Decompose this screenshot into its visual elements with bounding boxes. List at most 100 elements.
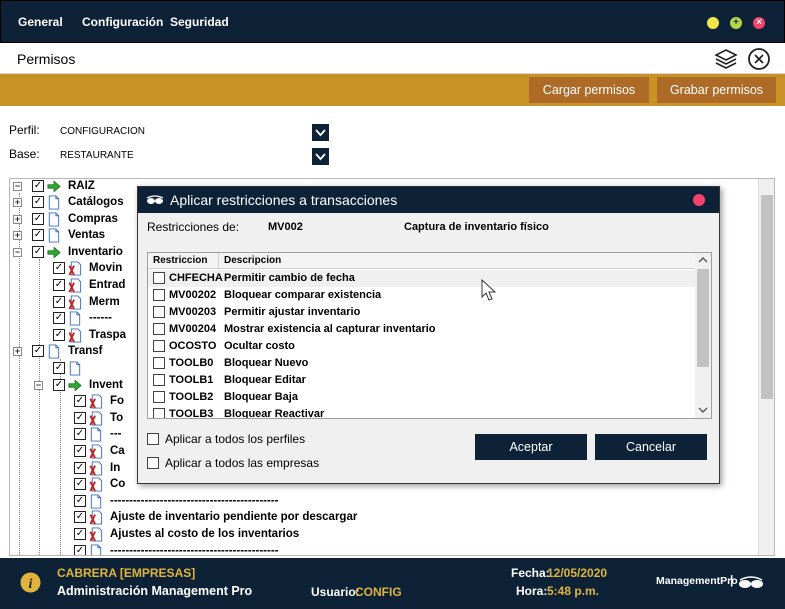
checkbox-unchecked[interactable] [153, 357, 165, 369]
checkbox-checked[interactable]: ✓ [74, 544, 86, 555]
tree-scrollbar[interactable] [758, 179, 774, 555]
menu-seguridad[interactable]: Seguridad [170, 15, 229, 29]
checkbox-checked[interactable]: ✓ [74, 494, 86, 507]
checkbox-checked[interactable]: ✓ [32, 212, 44, 225]
checkbox-unchecked[interactable] [153, 323, 165, 335]
tree-node-label: In [110, 461, 121, 474]
load-permissions-button[interactable]: Cargar permisos [529, 77, 649, 103]
restriction-row[interactable]: TOOLB3 Bloquear Reactivar [148, 406, 695, 419]
scrollbar-thumb[interactable] [697, 269, 709, 367]
restriction-description: Bloquear Baja [224, 391, 298, 403]
tree-node-label: Movin [89, 262, 123, 275]
dialog-title: Aplicar restricciones a transacciones [170, 192, 398, 208]
tree-node-label: ----------------------------------------… [110, 544, 279, 556]
perfil-select[interactable]: CONFIGURACION [57, 124, 329, 141]
plus-icon: + [733, 17, 739, 28]
company-name: CABRERA [EMPRESAS] [57, 566, 196, 580]
restriction-description: Bloquear Reactivar [224, 408, 325, 419]
checkbox-unchecked[interactable] [153, 272, 165, 284]
checkbox-checked[interactable]: ✓ [32, 245, 44, 258]
checkbox-checked[interactable]: ✓ [74, 528, 86, 540]
base-value: RESTAURANTE [60, 150, 134, 161]
page-title: Permisos [17, 51, 76, 67]
restricted-document-icon [68, 261, 82, 276]
close-circle-icon[interactable] [747, 47, 771, 71]
collapse-icon[interactable]: − [13, 247, 22, 257]
info-icon: i [20, 572, 41, 593]
restriction-row[interactable]: TOOLB0 Bloquear Nuevo [148, 355, 695, 372]
checkbox-checked[interactable]: ✓ [53, 378, 65, 391]
column-header-descripcion[interactable]: Descripcion [224, 255, 281, 266]
expand-icon[interactable]: + [13, 347, 22, 357]
restriction-row[interactable]: OCOSTO Ocultar costo [148, 338, 695, 355]
checkbox-unchecked[interactable] [153, 306, 165, 318]
checkbox-checked[interactable]: ✓ [32, 229, 44, 242]
checkbox-unchecked[interactable] [153, 408, 165, 418]
dialog-close-button[interactable] [693, 194, 705, 206]
checkbox-unchecked[interactable] [153, 289, 165, 301]
checkbox-unchecked[interactable] [153, 391, 165, 403]
checkbox-checked[interactable]: ✓ [74, 511, 86, 524]
chevron-down-icon[interactable] [698, 406, 708, 414]
collapse-icon[interactable]: − [34, 380, 43, 390]
restriction-row[interactable]: TOOLB1 Bloquear Editar [148, 372, 695, 389]
checkbox-checked[interactable]: ✓ [74, 395, 86, 408]
restriction-description: Ocultar costo [224, 340, 295, 352]
checkbox-checked[interactable]: ✓ [53, 262, 65, 275]
menu-configuracion[interactable]: Configuración [82, 15, 163, 29]
checkbox-checked[interactable]: ✓ [74, 461, 86, 474]
scrollbar-thumb[interactable] [761, 195, 773, 399]
expand-icon[interactable]: + [13, 198, 22, 207]
perfil-value: CONFIGURACION [60, 126, 145, 137]
checkbox-checked[interactable]: ✓ [53, 312, 65, 325]
restriction-row[interactable]: MV00203 Permitir ajustar inventario [148, 304, 695, 321]
tree-node-label: Inventario [68, 245, 123, 258]
restrictions-grid[interactable]: Restriccion Descripcion CHFECHA Permitir … [147, 252, 712, 419]
time-value: 5:48 p.m. [547, 584, 600, 598]
tree-node-label: Invent [89, 378, 123, 391]
checkbox-checked[interactable]: ✓ [32, 180, 44, 192]
checkbox-checked[interactable]: ✓ [74, 478, 86, 491]
cancel-button[interactable]: Cancelar [595, 434, 707, 460]
checkbox-checked[interactable]: ✓ [53, 279, 65, 291]
maximize-button[interactable]: + [730, 17, 742, 29]
checkbox-checked[interactable]: ✓ [53, 362, 65, 374]
checkbox-checked[interactable]: ✓ [74, 445, 86, 457]
document-icon [69, 361, 81, 376]
checkbox-checked[interactable]: ✓ [32, 345, 44, 358]
collapse-icon[interactable]: − [13, 182, 22, 191]
checkbox-checked[interactable]: ✓ [53, 328, 65, 341]
minimize-button[interactable] [707, 17, 719, 29]
chevron-down-icon[interactable] [312, 124, 329, 141]
menu-general[interactable]: General [18, 15, 63, 29]
chevron-down-icon[interactable] [312, 148, 329, 165]
checkbox-unchecked[interactable] [147, 457, 159, 469]
green-arrow-icon [68, 379, 82, 392]
user-value: CONFIG [355, 585, 402, 599]
layers-icon[interactable] [714, 47, 738, 71]
tree-node-label: Ventas [68, 229, 106, 242]
green-arrow-icon [47, 246, 61, 259]
accept-button[interactable]: Aceptar [475, 434, 587, 460]
restricted-document-icon [89, 461, 103, 476]
checkbox-checked[interactable]: ✓ [74, 411, 86, 424]
restriction-row[interactable]: TOOLB2 Bloquear Baja [148, 389, 695, 406]
checkbox-unchecked[interactable] [153, 374, 165, 386]
column-header-restriccion[interactable]: Restriccion [153, 255, 207, 266]
save-permissions-button[interactable]: Grabar permisos [657, 77, 776, 103]
restriction-row[interactable]: MV00202 Bloquear comparar existencia [148, 287, 695, 304]
checkbox-checked[interactable]: ✓ [74, 428, 86, 441]
grid-scrollbar[interactable] [695, 253, 711, 418]
base-select[interactable]: RESTAURANTE [57, 148, 329, 165]
chevron-up-icon[interactable] [698, 256, 708, 264]
restriction-code: TOOLB0 [169, 357, 214, 369]
restriction-row[interactable]: CHFECHA Permitir cambio de fecha [148, 270, 695, 287]
checkbox-unchecked[interactable] [153, 340, 165, 352]
checkbox-checked[interactable]: ✓ [53, 295, 65, 308]
close-button[interactable]: × [753, 17, 765, 29]
expand-icon[interactable]: + [13, 231, 22, 241]
restriction-row[interactable]: MV00204 Mostrar existencia al capturar in… [148, 321, 695, 338]
checkbox-unchecked[interactable] [147, 433, 159, 445]
expand-icon[interactable]: + [13, 214, 22, 224]
checkbox-checked[interactable]: ✓ [32, 196, 44, 208]
